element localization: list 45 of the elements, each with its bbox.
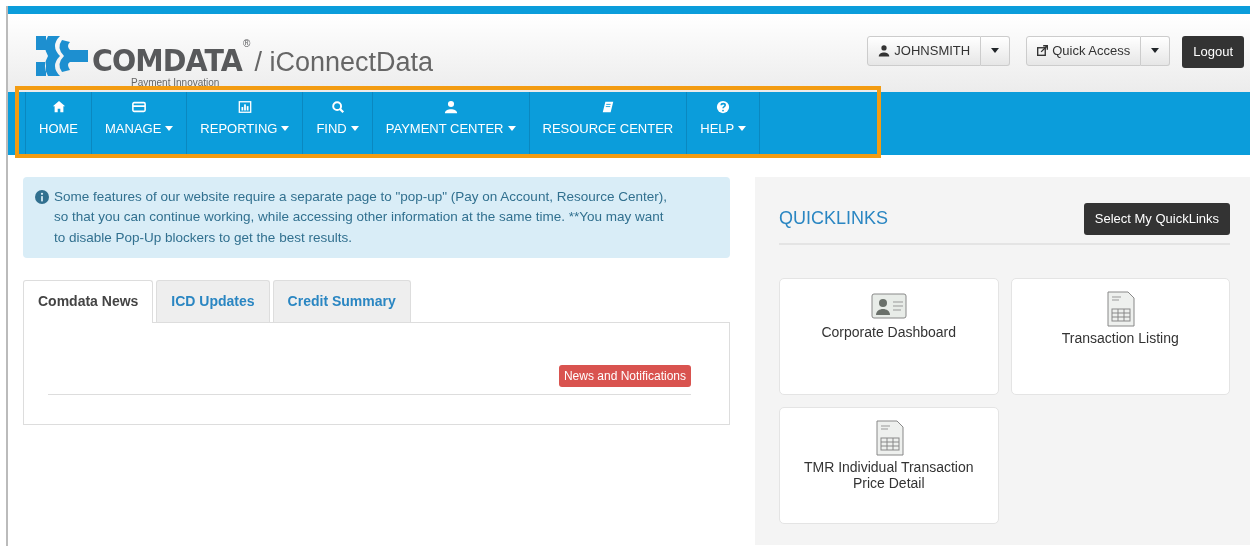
brand-name: COMDATA bbox=[92, 45, 242, 76]
nav-menu-item[interactable]: MANAGE bbox=[92, 92, 188, 155]
notification-badge: News and Notifications bbox=[558, 364, 691, 387]
quick-access-button[interactable]: Quick Access bbox=[1026, 36, 1142, 66]
tab[interactable]: ICD Updates bbox=[156, 279, 270, 322]
quicklink-tile[interactable]: TMR Individual Transaction Price Detail bbox=[779, 406, 999, 524]
user-icon bbox=[878, 44, 891, 58]
nav-menu-item[interactable]: PAYMENT CENTER bbox=[372, 92, 530, 155]
section-title: QUICKLINKS bbox=[779, 207, 889, 231]
tile-label: Transaction Listing bbox=[1061, 329, 1179, 346]
nav-menu-item[interactable]: FIND bbox=[303, 92, 373, 155]
spreadsheet-icon bbox=[1105, 290, 1136, 327]
book-icon bbox=[600, 100, 615, 114]
info-icon bbox=[35, 190, 49, 204]
quicklink-tile[interactable]: Corporate Dashboard bbox=[779, 277, 999, 395]
logout-button[interactable]: Logout bbox=[1182, 36, 1244, 68]
card-icon bbox=[132, 100, 147, 114]
spreadsheet-icon bbox=[873, 419, 904, 456]
dropdown-toggle-button[interactable] bbox=[1141, 36, 1171, 66]
nav-menu-item[interactable]: HELP bbox=[687, 92, 761, 155]
dropdown-toggle-button[interactable] bbox=[981, 36, 1011, 66]
caret-icon bbox=[991, 48, 1000, 54]
user-menu-button[interactable]: JOHNSMITH bbox=[867, 36, 982, 66]
home-icon bbox=[51, 100, 66, 114]
logo-mark-icon bbox=[36, 36, 88, 76]
nav-menu-item[interactable]: HOME bbox=[25, 92, 92, 155]
search-icon bbox=[330, 100, 345, 114]
nav-menu-item[interactable]: RESOURCE CENTER bbox=[529, 92, 688, 155]
registered-mark: ® bbox=[243, 37, 251, 51]
quicklink-tile[interactable]: Transaction Listing bbox=[1010, 277, 1230, 395]
tile-label: Corporate Dashboard bbox=[821, 323, 957, 340]
id-card-icon bbox=[870, 290, 907, 321]
tile-label: TMR Individual Transaction Price Detail bbox=[802, 458, 975, 491]
brand-tagline: Payment Innovation bbox=[131, 78, 221, 88]
caret-icon bbox=[1151, 48, 1160, 54]
bar-chart-icon bbox=[237, 100, 252, 114]
tab[interactable]: Comdata News bbox=[23, 279, 154, 323]
alert-text: Some features of our website require a separate page to "pop-up" (Pay on Account, Resource Center), so that you can continue working, while accessing other information at the same time. **You may want to disable Pop-Up blockers to get the best results. bbox=[54, 188, 668, 247]
nav-menu-item[interactable]: REPORTING bbox=[187, 92, 304, 155]
product-name: / iConnectData bbox=[254, 49, 433, 76]
select-quicklinks-button[interactable]: Select My QuickLinks bbox=[1083, 203, 1230, 235]
external-link-icon bbox=[1037, 45, 1049, 57]
tab[interactable]: Credit Summary bbox=[272, 279, 411, 322]
person-icon bbox=[443, 100, 458, 114]
help-icon bbox=[716, 100, 731, 114]
